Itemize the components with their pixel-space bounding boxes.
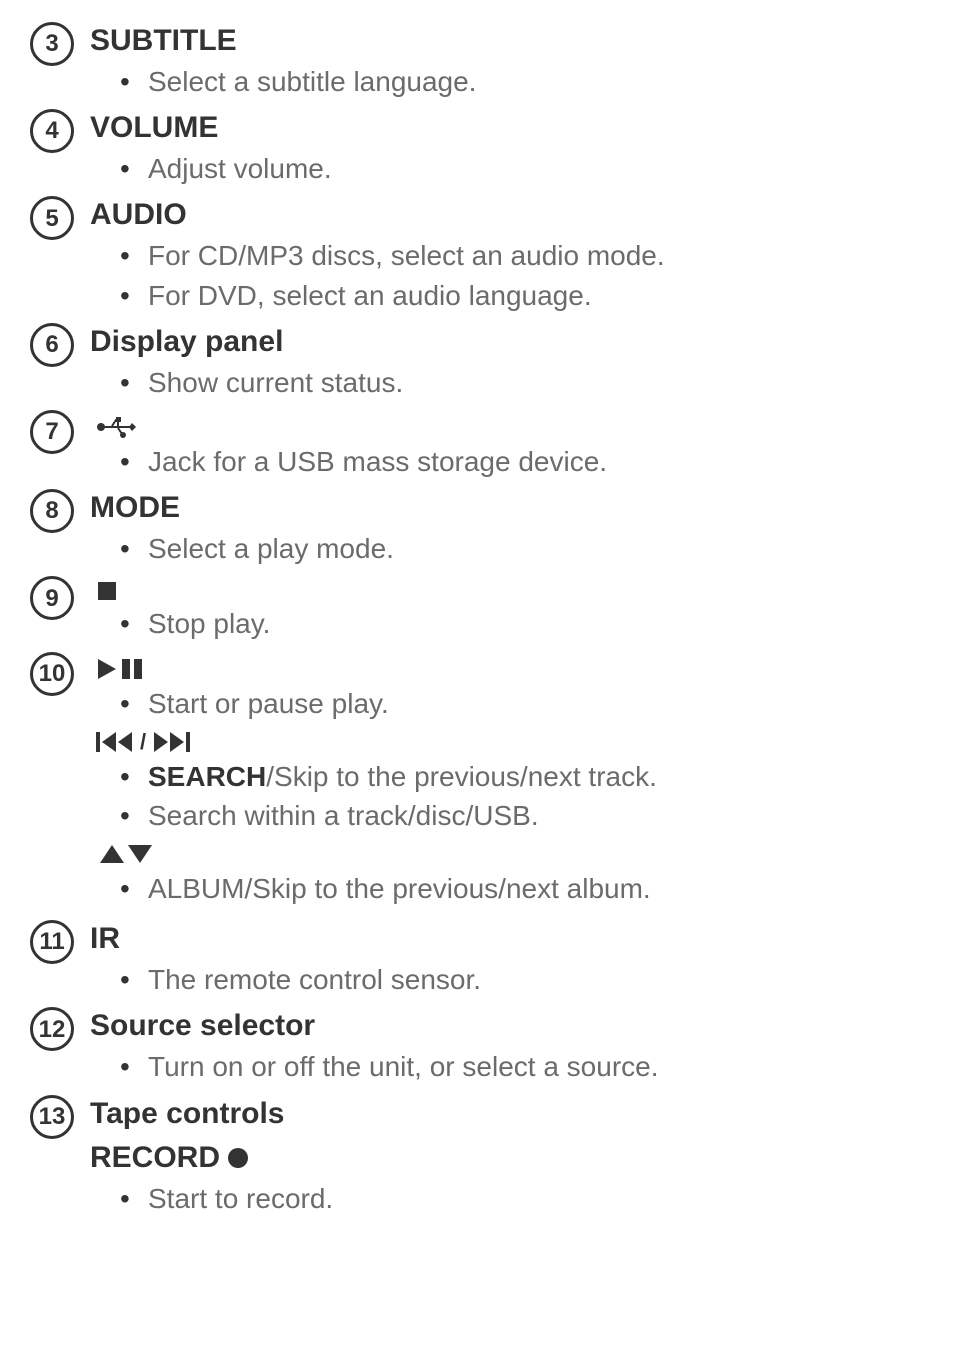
bullet-item: Select a subtitle language. bbox=[120, 62, 924, 101]
bullet-item: The remote control sensor. bbox=[120, 960, 924, 999]
bullets-10-sub1: SEARCH/Skip to the previous/next track. … bbox=[90, 757, 924, 835]
sub-prevnext: / SEARCH/Skip to the previous/next track… bbox=[90, 729, 924, 835]
content-3: SUBTITLE Select a subtitle language. bbox=[90, 20, 924, 101]
marker-9: 9 bbox=[30, 576, 74, 620]
record-label: RECORD bbox=[90, 1137, 220, 1179]
title-display-panel: Display panel bbox=[90, 321, 924, 363]
item-9-stop: 9 Stop play. bbox=[30, 574, 924, 643]
bullets-7: Jack for a USB mass storage device. bbox=[90, 442, 924, 481]
up-down-icon bbox=[90, 841, 924, 867]
title-source-selector: Source selector bbox=[90, 1005, 924, 1047]
item-11-ir: 11 IR The remote control sensor. bbox=[30, 918, 924, 999]
svg-text:/: / bbox=[140, 729, 146, 754]
item-10-playback: 10 Start or pause play. / bbox=[30, 650, 924, 913]
bullets-9: Stop play. bbox=[90, 604, 924, 643]
item-8-mode: 8 MODE Select a play mode. bbox=[30, 487, 924, 568]
record-icon bbox=[226, 1146, 250, 1170]
content-10: Start or pause play. / SEARCH/Ski bbox=[90, 650, 924, 913]
title-subtitle: SUBTITLE bbox=[90, 20, 924, 62]
content-6: Display panel Show current status. bbox=[90, 321, 924, 402]
bullet-item: Adjust volume. bbox=[120, 149, 924, 188]
content-4: VOLUME Adjust volume. bbox=[90, 107, 924, 188]
title-mode: MODE bbox=[90, 487, 924, 529]
title-audio: AUDIO bbox=[90, 194, 924, 236]
marker-11: 11 bbox=[30, 920, 74, 964]
stop-icon bbox=[90, 580, 924, 602]
title-tape-controls: Tape controls bbox=[90, 1093, 924, 1135]
tape-record-row: RECORD bbox=[90, 1137, 924, 1179]
bullets-12: Turn on or off the unit, or select a sou… bbox=[90, 1047, 924, 1086]
play-pause-icon bbox=[90, 656, 924, 682]
bullets-8: Select a play mode. bbox=[90, 529, 924, 568]
bullets-11: The remote control sensor. bbox=[90, 960, 924, 999]
bullets-4: Adjust volume. bbox=[90, 149, 924, 188]
bullet-item: SEARCH/Skip to the previous/next track. bbox=[120, 757, 924, 796]
usb-icon bbox=[90, 414, 924, 440]
title-ir: IR bbox=[90, 918, 924, 960]
bullets-10: Start or pause play. bbox=[90, 684, 924, 723]
item-12-source: 12 Source selector Turn on or off the un… bbox=[30, 1005, 924, 1086]
content-9: Stop play. bbox=[90, 574, 924, 643]
marker-10: 10 bbox=[30, 652, 74, 696]
item-5-audio: 5 AUDIO For CD/MP3 discs, select an audi… bbox=[30, 194, 924, 314]
marker-3: 3 bbox=[30, 22, 74, 66]
marker-8: 8 bbox=[30, 489, 74, 533]
bullet-item: For CD/MP3 discs, select an audio mode. bbox=[120, 236, 924, 275]
item-6-display: 6 Display panel Show current status. bbox=[30, 321, 924, 402]
bullets-3: Select a subtitle language. bbox=[90, 62, 924, 101]
bullet-item: Select a play mode. bbox=[120, 529, 924, 568]
content-13: Tape controls RECORD Start to record. bbox=[90, 1093, 924, 1218]
bullet-item: Start or pause play. bbox=[120, 684, 924, 723]
item-4-volume: 4 VOLUME Adjust volume. bbox=[30, 107, 924, 188]
content-11: IR The remote control sensor. bbox=[90, 918, 924, 999]
item-13-tape: 13 Tape controls RECORD Start to record. bbox=[30, 1093, 924, 1218]
bullets-13: Start to record. bbox=[90, 1179, 924, 1218]
marker-6: 6 bbox=[30, 323, 74, 367]
item-3-subtitle: 3 SUBTITLE Select a subtitle language. bbox=[30, 20, 924, 101]
bullet-item: ALBUM/Skip to the previous/next album. bbox=[120, 869, 924, 908]
bullets-5: For CD/MP3 discs, select an audio mode. … bbox=[90, 236, 924, 314]
bullet-item: Stop play. bbox=[120, 604, 924, 643]
content-5: AUDIO For CD/MP3 discs, select an audio … bbox=[90, 194, 924, 314]
item-7-usb: 7 Jack for a USB mass storage device. bbox=[30, 408, 924, 481]
marker-5: 5 bbox=[30, 196, 74, 240]
content-8: MODE Select a play mode. bbox=[90, 487, 924, 568]
marker-12: 12 bbox=[30, 1007, 74, 1051]
prev-next-icon: / bbox=[90, 729, 924, 755]
bullet-item: Start to record. bbox=[120, 1179, 924, 1218]
marker-7: 7 bbox=[30, 410, 74, 454]
content-12: Source selector Turn on or off the unit,… bbox=[90, 1005, 924, 1086]
title-volume: VOLUME bbox=[90, 107, 924, 149]
lead-search: SEARCH bbox=[148, 761, 266, 792]
marker-13: 13 bbox=[30, 1095, 74, 1139]
marker-4: 4 bbox=[30, 109, 74, 153]
bullets-6: Show current status. bbox=[90, 363, 924, 402]
bullet-item: For DVD, select an audio language. bbox=[120, 276, 924, 315]
sub-updown: ALBUM/Skip to the previous/next album. bbox=[90, 841, 924, 908]
text-search: /Skip to the previous/next track. bbox=[266, 761, 657, 792]
content-7: Jack for a USB mass storage device. bbox=[90, 408, 924, 481]
bullet-item: Turn on or off the unit, or select a sou… bbox=[120, 1047, 924, 1086]
bullet-item: Jack for a USB mass storage device. bbox=[120, 442, 924, 481]
bullet-item: Search within a track/disc/USB. bbox=[120, 796, 924, 835]
bullet-item: Show current status. bbox=[120, 363, 924, 402]
bullets-10-sub2: ALBUM/Skip to the previous/next album. bbox=[90, 869, 924, 908]
